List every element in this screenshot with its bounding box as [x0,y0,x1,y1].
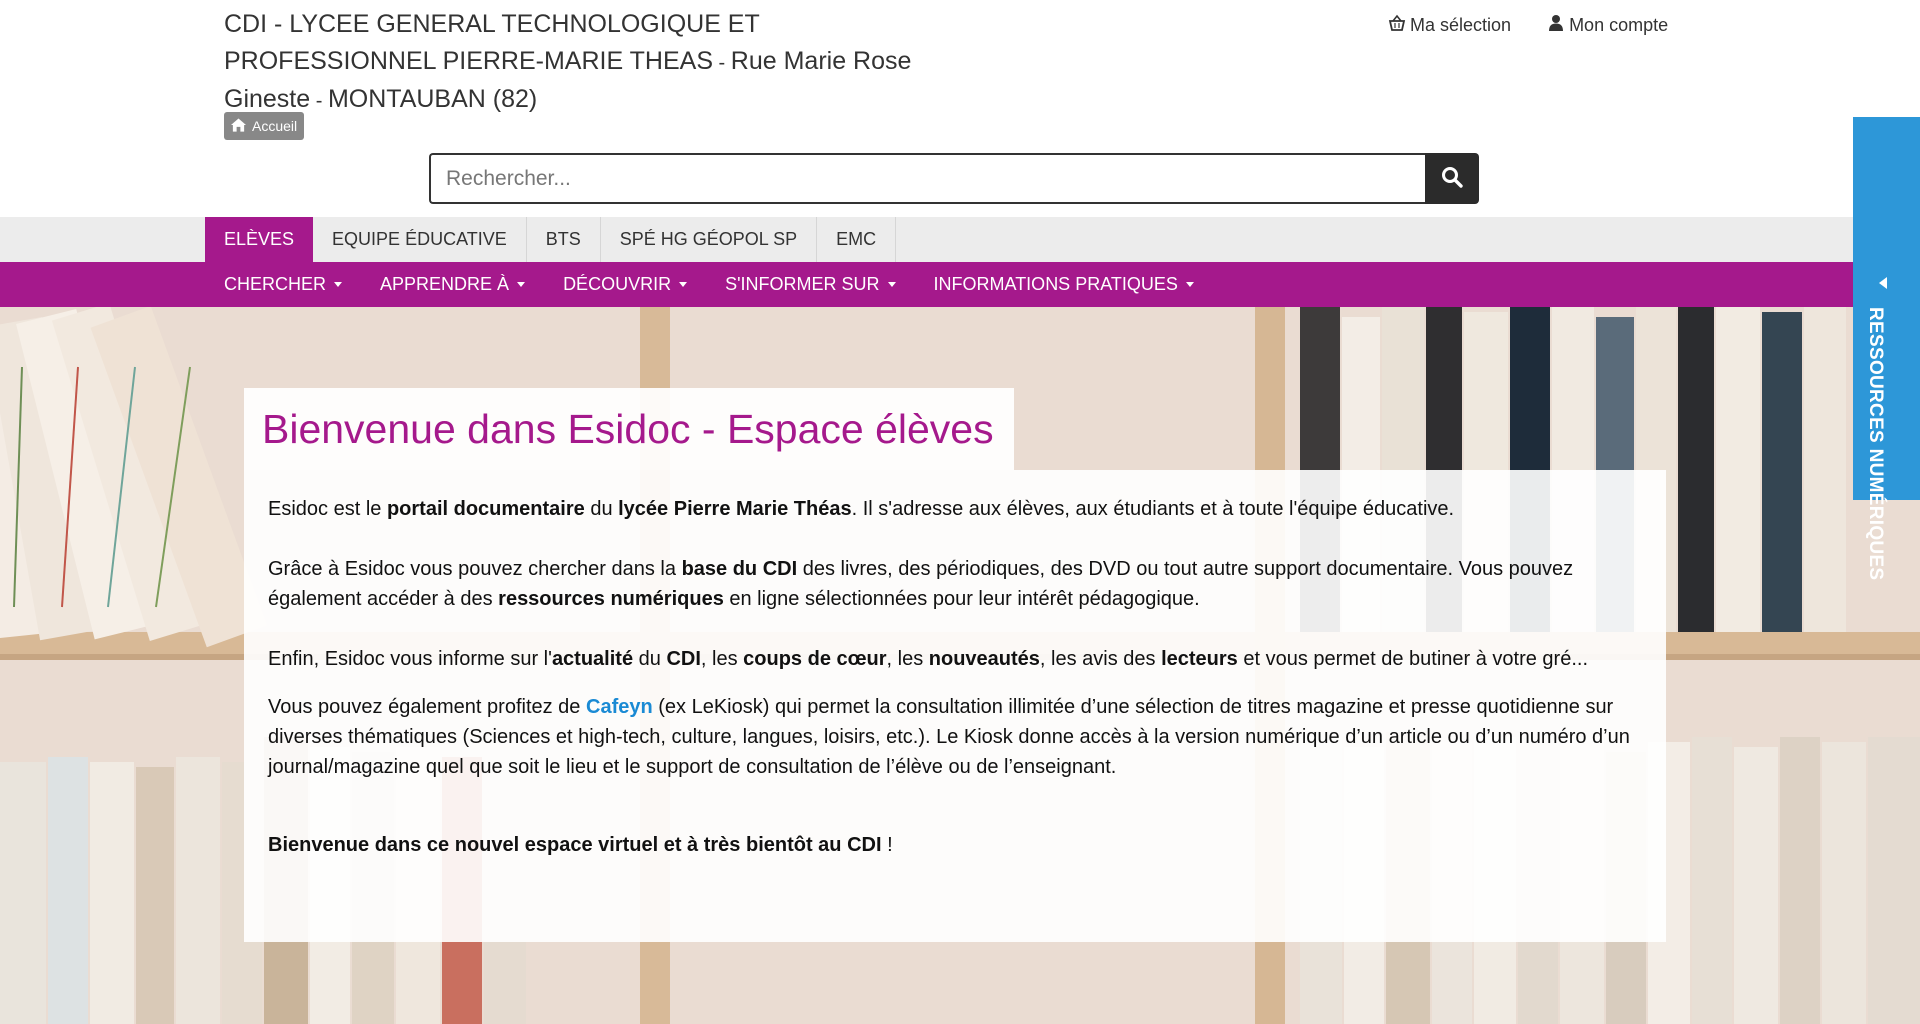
tab-spe-hg-geopol[interactable]: SPÉ HG GÉOPOL SP [601,217,818,262]
home-button[interactable]: Accueil [224,112,305,140]
p4-text-1: Vous pouvez également profitez de [268,696,586,718]
my-account-label: Mon compte [1569,15,1669,35]
menu-apprendre-label: APPRENDRE À [380,274,510,294]
menu-infos-pratiques[interactable]: INFORMATIONS PRATIQUES [915,262,1213,307]
caret-down-icon [887,282,896,287]
digital-resources-side-tab[interactable]: RESSOURCES NUMÉRIQUES [1853,117,1920,580]
p3-text-1: Enfin, Esidoc vous informe sur l' [268,648,552,670]
my-selection-link[interactable]: Ma sélection [1388,14,1511,37]
p1-text-3: . Il s'adresse aux élèves, aux étudiants… [851,498,1455,520]
p5-bold-1: Bienvenue dans ce nouvel espace virtuel … [268,834,882,856]
search-bar [429,153,1479,204]
p1-bold-2: lycée Pierre Marie Théas [618,498,852,520]
user-icon [1547,14,1565,37]
tab-emc[interactable]: EMC [817,217,897,262]
menu-chercher[interactable]: CHERCHER [205,262,361,307]
search-paragraph: Grâce à Esidoc vous pouvez chercher dans… [268,554,1640,614]
menu-infos-pratiques-label: INFORMATIONS PRATIQUES [933,274,1178,294]
caret-down-icon [334,282,343,287]
p1-text-2: du [584,498,619,520]
p3-bold-3: coups de cœur [743,648,887,670]
search-icon [1440,165,1464,192]
p3-text-4: , les [886,648,929,670]
page-title: Bienvenue dans Esidoc - Espace élèves [262,405,994,452]
p2-bold-1: base du CDI [681,558,798,580]
basket-icon [1388,14,1406,37]
my-account-link[interactable]: Mon compte [1547,14,1668,37]
school-city: MONTAUBAN (82) [327,85,538,113]
p3-text-6: et vous permet de butiner à votre gré... [1237,648,1588,670]
search-input[interactable] [429,153,1425,204]
caret-down-icon [517,282,526,287]
menu-decouvrir[interactable]: DÉCOUVRIR [544,262,706,307]
p5-text-1: ! [881,834,893,856]
menu-apprendre[interactable]: APPRENDRE À [361,262,544,307]
home-icon [231,117,246,135]
p3-bold-1: actualité [551,648,634,670]
p1-text-1: Esidoc est le [268,498,387,520]
home-label: Accueil [252,118,298,134]
closing-paragraph: Bienvenue dans ce nouvel espace virtuel … [268,830,1640,860]
search-button[interactable] [1425,153,1479,204]
welcome-content: Esidoc est le portail documentaire du ly… [244,470,1666,942]
title-separator: - [713,51,731,74]
audience-tab-bar: ELÈVES EQUIPE ÉDUCATIVE BTS SPÉ HG GÉOPO… [0,217,1920,262]
p2-bold-2: ressources numériques [498,588,724,610]
p3-bold-4: nouveautés [928,648,1040,670]
title-separator-2: - [310,90,328,112]
side-tab-label: RESSOURCES NUMÉRIQUES [1865,307,1886,581]
p1-bold-1: portail documentaire [386,498,585,520]
menu-chercher-label: CHERCHER [224,274,327,294]
p3-bold-5: lecteurs [1161,648,1238,670]
cafeyn-paragraph: Vous pouvez également profitez de Cafeyn… [268,692,1640,782]
tab-bts[interactable]: BTS [527,217,601,262]
cafeyn-link[interactable]: Cafeyn [586,696,653,718]
news-paragraph: Enfin, Esidoc vous informe sur l'actuali… [268,644,1640,674]
user-links: Ma sélection Mon compte [1388,14,1668,37]
caret-down-icon [1185,282,1194,287]
tab-eleves[interactable]: ELÈVES [205,217,314,262]
menu-informer[interactable]: S'INFORMER SUR [706,262,914,307]
p2-text-1: Grâce à Esidoc vous pouvez chercher dans… [268,558,682,580]
intro-paragraph: Esidoc est le portail documentaire du ly… [268,494,1640,524]
p3-bold-2: CDI [666,648,701,670]
school-name: CDI - LYCEE GENERAL TECHNOLOGIQUE ET PRO… [224,10,760,75]
p3-text-2: du [633,648,667,670]
caret-left-icon [1879,277,1887,289]
main-menu-bar: CHERCHER APPRENDRE À DÉCOUVRIR S'INFORME… [0,262,1920,307]
p2-text-3: en ligne sélectionnées pour leur intérêt… [723,588,1200,610]
p3-text-3: , les [700,648,744,670]
p3-text-5: , les avis des [1039,648,1162,670]
school-title: CDI - LYCEE GENERAL TECHNOLOGIQUE ET PRO… [224,6,944,120]
tab-equipe-educative[interactable]: EQUIPE ÉDUCATIVE [313,217,527,262]
my-selection-label: Ma sélection [1410,15,1512,35]
welcome-title-box: Bienvenue dans Esidoc - Espace élèves [244,388,1014,470]
menu-decouvrir-label: DÉCOUVRIR [563,274,672,294]
menu-informer-label: S'INFORMER SUR [725,274,880,294]
caret-down-icon [679,282,688,287]
